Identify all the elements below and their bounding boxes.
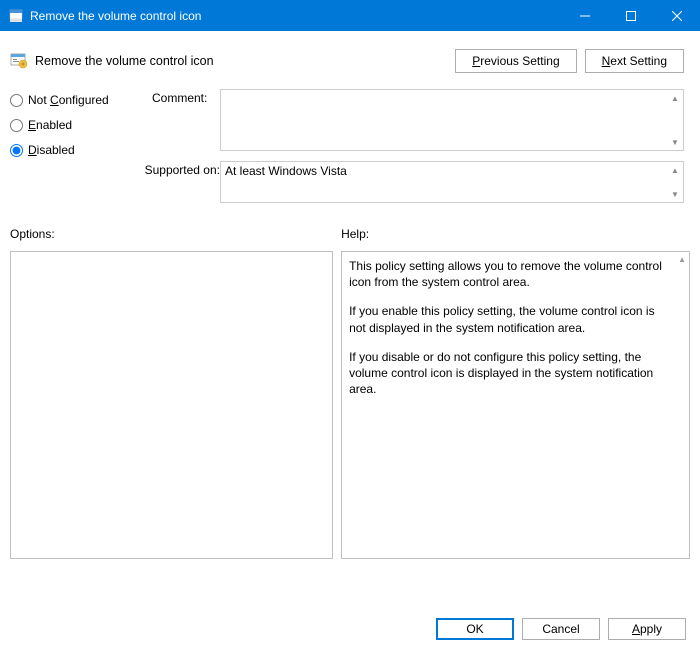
config-row: Not Configured Enabled Disabled Comment:…	[10, 89, 690, 213]
help-paragraph: If you disable or do not configure this …	[349, 349, 669, 398]
radio-enabled[interactable]: Enabled	[10, 118, 152, 132]
close-button[interactable]	[654, 0, 700, 31]
minimize-button[interactable]	[562, 0, 608, 31]
policy-title: Remove the volume control icon	[35, 54, 455, 68]
scroll-up-icon[interactable]: ▲	[669, 164, 681, 176]
options-label: Options:	[10, 227, 333, 241]
options-box	[10, 251, 333, 559]
window-title: Remove the volume control icon	[30, 9, 562, 23]
options-section: Options:	[10, 227, 333, 559]
help-label: Help:	[341, 227, 690, 241]
radio-enabled-input[interactable]	[10, 119, 23, 132]
next-setting-button[interactable]: Next Setting	[585, 49, 684, 73]
sections-row: Options: Help: ▲ This policy setting all…	[10, 227, 690, 559]
supported-textarea: At least Windows Vista ▲ ▼	[220, 161, 684, 203]
previous-setting-button[interactable]: Previous Setting	[455, 49, 576, 73]
help-paragraph: This policy setting allows you to remove…	[349, 258, 669, 290]
radio-not-configured[interactable]: Not Configured	[10, 93, 152, 107]
apply-button[interactable]: Apply	[608, 618, 686, 640]
help-paragraph: If you enable this policy setting, the v…	[349, 303, 669, 335]
maximize-button[interactable]	[608, 0, 654, 31]
policy-icon	[10, 52, 28, 70]
scroll-up-icon[interactable]: ▲	[678, 255, 686, 266]
help-section: Help: ▲ This policy setting allows you t…	[341, 227, 690, 559]
help-box[interactable]: ▲ This policy setting allows you to remo…	[341, 251, 690, 559]
scroll-down-icon[interactable]: ▼	[669, 136, 681, 148]
radio-disabled-input[interactable]	[10, 144, 23, 157]
comment-textarea[interactable]: ▲ ▼	[220, 89, 684, 151]
titlebar: Remove the volume control icon	[0, 0, 700, 31]
window-icon	[8, 8, 24, 24]
radio-not-configured-input[interactable]	[10, 94, 23, 107]
header-row: Remove the volume control icon Previous …	[10, 39, 690, 73]
supported-row: Supported on: At least Windows Vista ▲ ▼	[152, 161, 690, 203]
comment-label: Comment:	[152, 89, 220, 151]
radio-disabled[interactable]: Disabled	[10, 143, 152, 157]
nav-buttons: Previous Setting Next Setting	[455, 49, 684, 73]
ok-button[interactable]: OK	[436, 618, 514, 640]
footer-buttons: OK Cancel Apply	[436, 618, 686, 640]
comment-row: Comment: ▲ ▼	[152, 89, 690, 151]
titlebar-controls	[562, 0, 700, 31]
supported-label: Supported on:	[128, 161, 220, 203]
scroll-down-icon[interactable]: ▼	[669, 188, 681, 200]
scroll-up-icon[interactable]: ▲	[669, 92, 681, 104]
cancel-button[interactable]: Cancel	[522, 618, 600, 640]
fields-column: Comment: ▲ ▼ Supported on: At least Wind…	[152, 89, 690, 213]
dialog-content: Remove the volume control icon Previous …	[0, 31, 700, 567]
